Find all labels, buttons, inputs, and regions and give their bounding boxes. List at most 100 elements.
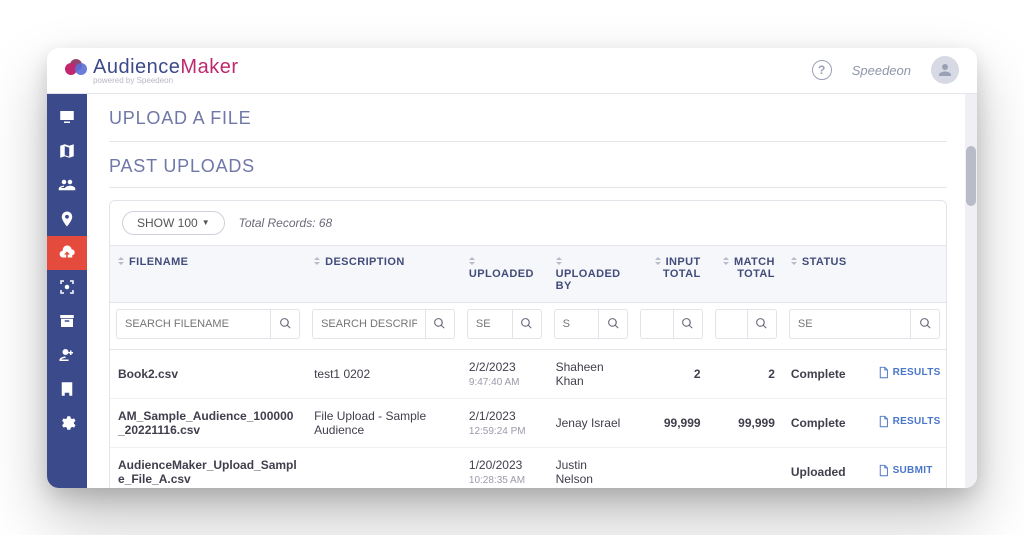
row-action-label: RESULTS — [893, 367, 941, 378]
scrollbar-thumb[interactable] — [966, 146, 976, 206]
filter-match-total[interactable] — [715, 309, 747, 339]
username-label: Speedeon — [852, 63, 911, 78]
nav-map[interactable] — [47, 134, 87, 168]
row-action-link[interactable]: RESULTS — [878, 415, 941, 428]
row-action-link[interactable]: RESULTS — [878, 366, 941, 379]
search-icon — [433, 317, 446, 330]
cell-date: 1/20/2023 — [469, 458, 522, 472]
uploads-table: FILENAME DESCRIPTION UPLOADED UPLOADED B… — [110, 245, 946, 488]
nav-building[interactable] — [47, 372, 87, 406]
pin-icon — [58, 210, 76, 228]
uploads-panel: SHOW 100 ▼ Total Records: 68 FILENAME — [109, 200, 947, 488]
cell-status: Uploaded — [791, 465, 846, 479]
filter-input-total-btn[interactable] — [673, 309, 703, 339]
filter-uploaded-by-btn[interactable] — [598, 309, 628, 339]
show-label: SHOW 100 — [137, 216, 198, 230]
people-icon — [58, 176, 76, 194]
topbar: AudienceMaker powered by Speedeon ? Spee… — [47, 48, 977, 94]
cell-match-total: 99,999 — [738, 416, 775, 430]
cell-uploaded-by: Justin Nelson — [556, 458, 593, 486]
col-input-total[interactable]: INPUT TOTAL — [634, 245, 708, 302]
col-uploaded[interactable]: UPLOADED — [461, 245, 548, 302]
filter-description-btn[interactable] — [425, 309, 455, 339]
table-row: Book2.csvtest1 02022/2/20239:47:40 AMSha… — [110, 349, 946, 398]
cell-time: 12:59:24 PM — [469, 426, 526, 437]
filter-match-total-btn[interactable] — [747, 309, 777, 339]
doc-icon — [878, 366, 889, 379]
nav-audiences[interactable] — [47, 168, 87, 202]
cell-date: 2/2/2023 — [469, 360, 516, 374]
nav-dashboard[interactable] — [47, 100, 87, 134]
cell-time: 10:28:35 AM — [469, 475, 525, 486]
cell-time: 9:47:40 AM — [469, 377, 520, 388]
table-row: AudienceMaker_Upload_Sample_File_A.csv 1/… — [110, 447, 946, 488]
left-sidebar — [47, 94, 87, 488]
filter-filename[interactable] — [116, 309, 270, 339]
cell-filename: Book2.csv — [118, 367, 178, 381]
row-action-link[interactable]: SUBMIT — [878, 464, 933, 477]
filter-uploaded-by[interactable] — [554, 309, 599, 339]
cell-match-total: 2 — [768, 367, 775, 381]
app-window: AudienceMaker powered by Speedeon ? Spee… — [47, 48, 977, 488]
cell-description: File Upload - Sample Audience — [314, 409, 426, 437]
user-plus-icon — [58, 346, 76, 364]
cell-uploaded-by: Jenay Israel — [556, 416, 621, 430]
search-icon — [520, 317, 533, 330]
monitor-icon — [58, 108, 76, 126]
search-icon — [919, 317, 932, 330]
total-records-label: Total Records: 68 — [239, 216, 333, 230]
logo-mark-icon — [65, 59, 87, 81]
archive-icon — [58, 312, 76, 330]
filter-uploaded-btn[interactable] — [512, 309, 542, 339]
cell-date: 2/1/2023 — [469, 409, 516, 423]
col-filename[interactable]: FILENAME — [110, 245, 306, 302]
nav-upload[interactable] — [47, 236, 87, 270]
logo-text-wrap: AudienceMaker powered by Speedeon — [93, 56, 238, 85]
cell-input-total: 2 — [694, 367, 701, 381]
search-icon — [279, 317, 292, 330]
doc-icon — [878, 464, 889, 477]
building-icon — [58, 380, 76, 398]
cell-status: Complete — [791, 367, 846, 381]
filter-description[interactable] — [312, 309, 425, 339]
nav-capture[interactable] — [47, 270, 87, 304]
search-icon — [681, 317, 694, 330]
gear-icon — [58, 414, 76, 432]
person-icon — [936, 61, 954, 79]
col-match-total[interactable]: MATCH TOTAL — [709, 245, 783, 302]
cell-input-total: 99,999 — [664, 416, 701, 430]
cell-uploaded-by: Shaheen Khan — [556, 360, 604, 388]
help-icon[interactable]: ? — [812, 60, 832, 80]
scrollbar-track[interactable] — [965, 94, 977, 488]
nav-settings[interactable] — [47, 406, 87, 440]
filter-input-total[interactable] — [640, 309, 672, 339]
show-count-button[interactable]: SHOW 100 ▼ — [122, 211, 225, 235]
nav-user-add[interactable] — [47, 338, 87, 372]
main-panel: UPLOAD A FILE PAST UPLOADS SHOW 100 ▼ To… — [87, 94, 977, 488]
title-upload-file: UPLOAD A FILE — [109, 100, 947, 142]
brand-word1: Audience — [93, 56, 180, 78]
filter-uploaded[interactable] — [467, 309, 512, 339]
user-avatar[interactable] — [931, 56, 959, 84]
col-uploaded-by[interactable]: UPLOADED BY — [548, 245, 635, 302]
col-description[interactable]: DESCRIPTION — [306, 245, 461, 302]
filter-status[interactable] — [789, 309, 910, 339]
chevron-down-icon: ▼ — [202, 218, 210, 227]
nav-location[interactable] — [47, 202, 87, 236]
map-icon — [58, 142, 76, 160]
search-icon — [607, 317, 620, 330]
search-icon — [755, 317, 768, 330]
filter-status-btn[interactable] — [910, 309, 940, 339]
filter-filename-btn[interactable] — [270, 309, 300, 339]
col-status[interactable]: STATUS — [783, 245, 870, 302]
cloud-upload-icon — [58, 244, 76, 262]
row-action-label: SUBMIT — [893, 465, 933, 476]
brand-logo[interactable]: AudienceMaker powered by Speedeon — [65, 56, 238, 85]
cell-status: Complete — [791, 416, 846, 430]
doc-icon — [878, 415, 889, 428]
nav-archive[interactable] — [47, 304, 87, 338]
cell-filename: AudienceMaker_Upload_Sample_File_A.csv — [118, 458, 297, 486]
brand-word2: Maker — [180, 56, 238, 78]
capture-icon — [58, 278, 76, 296]
title-past-uploads: PAST UPLOADS — [109, 148, 947, 188]
